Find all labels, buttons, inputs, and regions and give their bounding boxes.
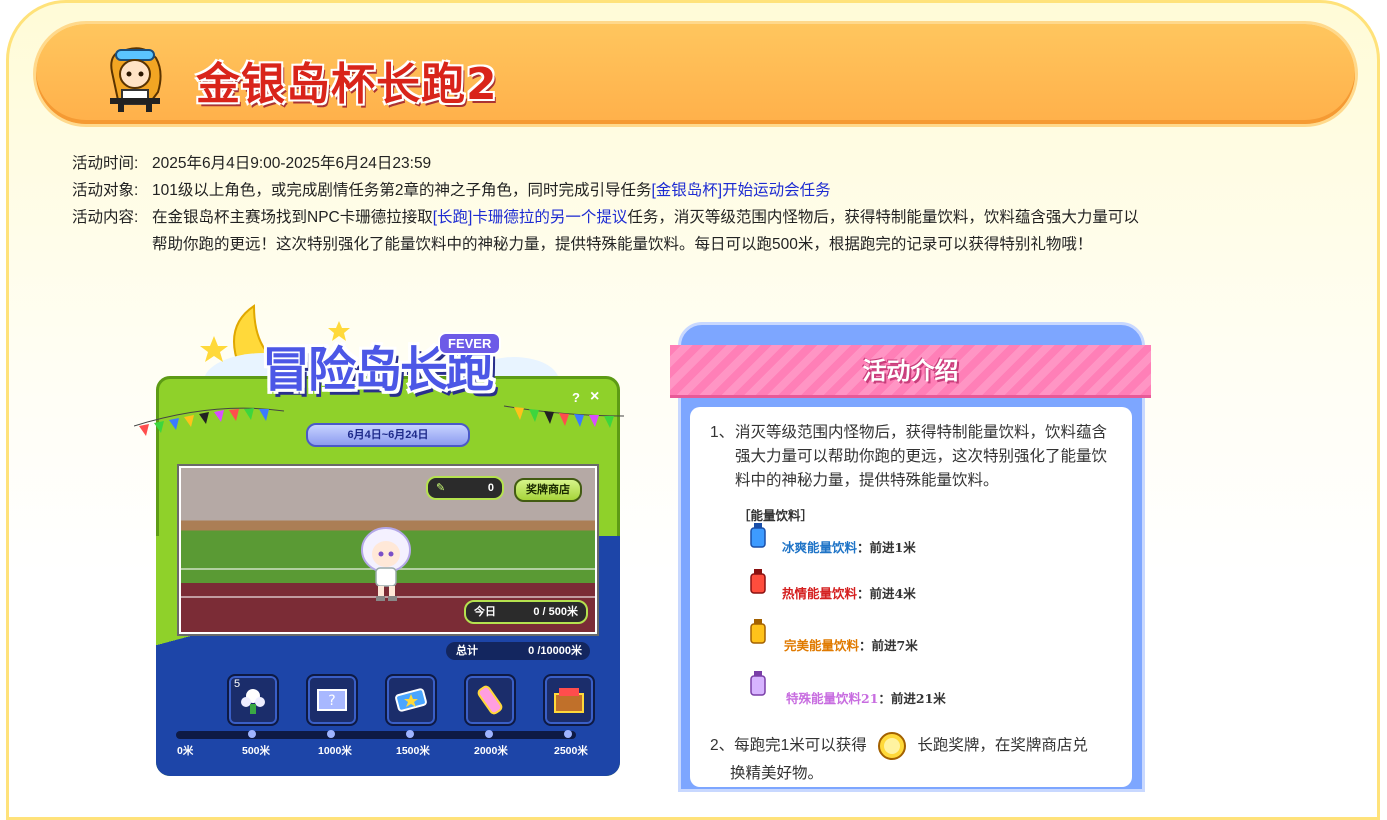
reward-slot-1[interactable]: 5	[227, 674, 279, 726]
stadium-chair-icon	[554, 688, 584, 713]
reward-slot-4[interactable]	[464, 674, 516, 726]
drink-item: 热情能量饮料：前进4米	[782, 583, 916, 602]
intro-point-1: 1、 消灭等级范围内怪物后，获得特制能量饮料，饮料蕴含强大力量可以帮助你跑的更远…	[710, 421, 1110, 493]
intro-point-2: 2、每跑完1米可以获得 长跑奖牌，在奖牌商店兑 换精美好物。	[710, 731, 1110, 787]
progress-dot	[406, 730, 414, 738]
progress-dot	[248, 730, 256, 738]
reward-slot-5[interactable]	[543, 674, 595, 726]
intro-point-2-post: 长跑奖牌，在奖牌商店兑	[917, 737, 1088, 755]
flower-bouquet-icon	[241, 689, 265, 714]
progress-track	[176, 731, 576, 739]
event-content-row: 活动内容: 在金银岛杯主赛场找到NPC卡珊德拉接取[长跑]卡珊德拉的另一个提议任…	[72, 204, 1192, 258]
event-target-row: 活动对象: 101级以上角色，或完成剧情任务第2章的神之子角色，同时完成引导任务…	[72, 177, 1192, 204]
total-value: 0 /10000米	[528, 645, 582, 657]
medal-shop-button[interactable]: 奖牌商店	[514, 478, 582, 502]
drink-name: 冰爽能量饮料	[782, 540, 858, 555]
medal-icon: ✎	[436, 482, 446, 494]
progress-tick-label: 2000米	[474, 745, 508, 757]
perfect-drink-icon	[750, 619, 766, 644]
intro-title: 活动介绍	[862, 357, 959, 385]
today-label: 今日	[474, 606, 496, 618]
event-time-label: 活动时间:	[72, 155, 139, 172]
intro-point-2-number: 2、	[710, 737, 735, 755]
event-target-label: 活动对象:	[72, 182, 139, 199]
progress-tick-label: 2500米	[554, 745, 588, 757]
passion-drink-icon	[750, 569, 766, 594]
event-time-row: 活动时间: 2025年6月4日9:00-2025年6月24日23:59	[72, 150, 1192, 177]
ticket-icon	[395, 688, 427, 712]
help-button[interactable]: ?	[572, 390, 580, 405]
drink-name: 热情能量饮料	[782, 586, 858, 601]
guide-quest-link[interactable]: [金银岛杯]开始运动会任务	[651, 182, 830, 199]
drink-item: 特殊能量饮料21：前进21米	[786, 688, 946, 707]
page-title: 金银岛杯长跑2	[196, 59, 498, 110]
progress-tick-label: 1000米	[318, 745, 352, 757]
game-window: 冒险岛长跑 FEVER ? × 6月4日~6月24日 ✎ 0 奖牌商店 今日 0…	[134, 296, 634, 776]
mascot-icon	[110, 47, 162, 112]
progress-tick-label: 1500米	[396, 745, 430, 757]
progress-dot	[327, 730, 335, 738]
svg-text:?: ?	[328, 693, 335, 709]
drink-effect: ：前进7米	[859, 638, 918, 653]
today-distance: 今日 0 / 500米	[464, 600, 588, 624]
event-info: 活动时间: 2025年6月4日9:00-2025年6月24日23:59 活动对象…	[72, 150, 1192, 258]
fever-badge: FEVER	[438, 332, 502, 355]
date-range-pill: 6月4日~6月24日	[306, 423, 470, 447]
quest-link[interactable]: [长跑]卡珊德拉的另一个提议	[433, 209, 628, 226]
drink-effect: ：前进1米	[857, 540, 916, 555]
event-content-pre: 在金银岛杯主赛场找到NPC卡珊德拉接取	[152, 209, 433, 226]
close-button[interactable]: ×	[590, 388, 599, 406]
total-distance: 总计 0 /10000米	[446, 642, 590, 660]
runner-character-icon	[361, 527, 411, 601]
medal-icon	[878, 732, 907, 760]
medal-counter: ✎ 0	[426, 476, 504, 500]
total-label: 总计	[456, 645, 478, 657]
scroll-icon	[477, 685, 503, 715]
intro-point-1-text: 消灭等级范围内怪物后，获得特制能量饮料，饮料蕴含强大力量可以帮助你跑的更远，这次…	[735, 424, 1108, 489]
event-target-text: 101级以上角色，或完成剧情任务第2章的神之子角色，同时完成引导任务	[152, 182, 652, 199]
event-content-label: 活动内容:	[72, 209, 139, 226]
progress-dot	[564, 730, 572, 738]
event-time-value: 2025年6月4日9:00-2025年6月24日23:59	[152, 155, 432, 172]
reward-slot-3[interactable]	[385, 674, 437, 726]
mystery-box-icon: ?	[317, 689, 347, 711]
event-content-line2: 帮助你跑的更远！这次特别强化了能量饮料中的神秘力量，提供特殊能量饮料。每日可以跑…	[152, 236, 1093, 253]
drink-name: 特殊能量饮料21	[786, 691, 879, 706]
progress-tick-label: 0米	[177, 745, 194, 757]
intro-point-1-number: 1、	[710, 424, 735, 441]
progress-tick-label: 500米	[242, 745, 271, 757]
intro-point-2-line2: 换精美好物。	[730, 765, 824, 782]
intro-body: 1、 消灭等级范围内怪物后，获得特制能量饮料，饮料蕴含强大力量可以帮助你跑的更远…	[690, 407, 1132, 787]
reward-slot-2[interactable]: ?	[306, 674, 358, 726]
ice-drink-icon	[750, 523, 766, 548]
today-value: 0 / 500米	[533, 606, 578, 618]
progress-dot	[485, 730, 493, 738]
drink-effect: ：前进4米	[857, 586, 916, 601]
special-drink-icon	[750, 671, 766, 696]
drink-item: 完美能量饮料：前进7米	[784, 635, 918, 654]
drink-item: 冰爽能量饮料：前进1米	[782, 537, 916, 556]
medal-count: 0	[487, 482, 494, 494]
intro-point-2-pre: 每跑完1米可以获得	[734, 737, 867, 755]
drink-effect: ：前进21米	[878, 691, 946, 706]
event-content-post: 任务，消灭等级范围内怪物后，获得特制能量饮料，饮料蕴含强大力量可以	[627, 209, 1139, 226]
drink-name: 完美能量饮料	[784, 638, 860, 653]
